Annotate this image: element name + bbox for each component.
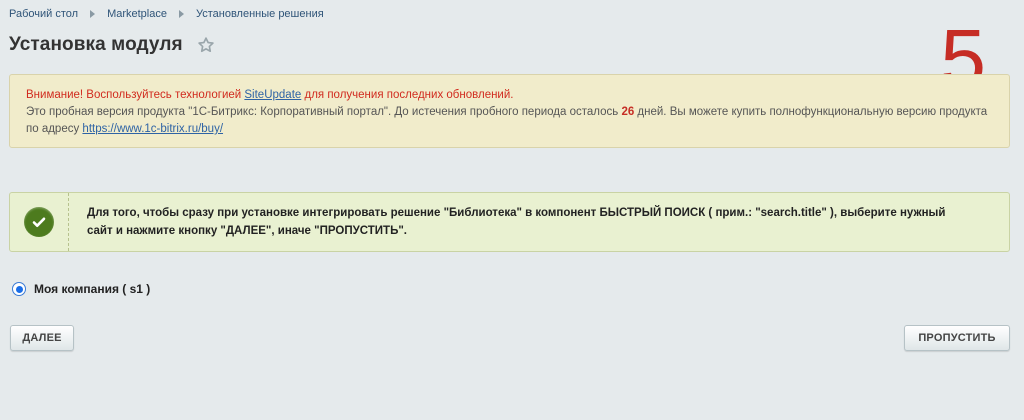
check-icon bbox=[24, 207, 54, 237]
radio-selected-dot bbox=[15, 285, 23, 293]
buy-link[interactable]: https://www.1c-bitrix.ru/buy/ bbox=[82, 123, 223, 135]
note-icon-area bbox=[10, 193, 69, 251]
siteupdate-link[interactable]: SiteUpdate bbox=[244, 89, 301, 101]
breadcrumb: Рабочий стол Marketplace Установленные р… bbox=[9, 8, 324, 20]
trial-info: Это пробная версия продукта "1С-Битрикс:… bbox=[26, 104, 993, 138]
note-line-2: сайт и нажмите кнопку "ДАЛЕЕ", иначе "ПР… bbox=[87, 225, 407, 237]
integration-note-text: Для того, чтобы сразу при установке инте… bbox=[69, 204, 945, 240]
trial-info-text: Это пробная версия продукта "1С-Битрикс:… bbox=[26, 106, 622, 118]
page-title: Установка модуля bbox=[9, 34, 183, 55]
integration-note-box: Для того, чтобы сразу при установке инте… bbox=[9, 192, 1010, 252]
breadcrumb-separator-icon bbox=[90, 10, 96, 18]
next-button[interactable]: ДАЛЕЕ bbox=[10, 325, 74, 351]
breadcrumb-item-desktop[interactable]: Рабочий стол bbox=[9, 8, 78, 20]
note-line-1: Для того, чтобы сразу при установке инте… bbox=[87, 207, 946, 219]
site-option-s1[interactable]: Моя компания ( s1 ) bbox=[12, 282, 150, 296]
update-warning-text: Внимание! Воспользуйтесь технологией bbox=[26, 89, 245, 101]
trial-days-count: 26 bbox=[621, 106, 635, 118]
breadcrumb-separator-icon bbox=[178, 10, 184, 18]
page-header: Установка модуля bbox=[9, 34, 215, 56]
breadcrumb-item-installed-solutions[interactable]: Установленные решения bbox=[196, 8, 324, 20]
star-icon[interactable] bbox=[197, 36, 215, 54]
site-radio[interactable] bbox=[12, 282, 26, 296]
update-warning: Внимание! Воспользуйтесь технологией Sit… bbox=[26, 87, 993, 104]
update-warning-text-end: для получения последних обновлений. bbox=[301, 89, 514, 101]
skip-button[interactable]: ПРОПУСТИТЬ bbox=[904, 325, 1010, 351]
trial-warning-box: Внимание! Воспользуйтесь технологией Sit… bbox=[9, 74, 1010, 148]
site-option-label: Моя компания ( s1 ) bbox=[34, 282, 151, 296]
breadcrumb-item-marketplace[interactable]: Marketplace bbox=[107, 8, 167, 20]
